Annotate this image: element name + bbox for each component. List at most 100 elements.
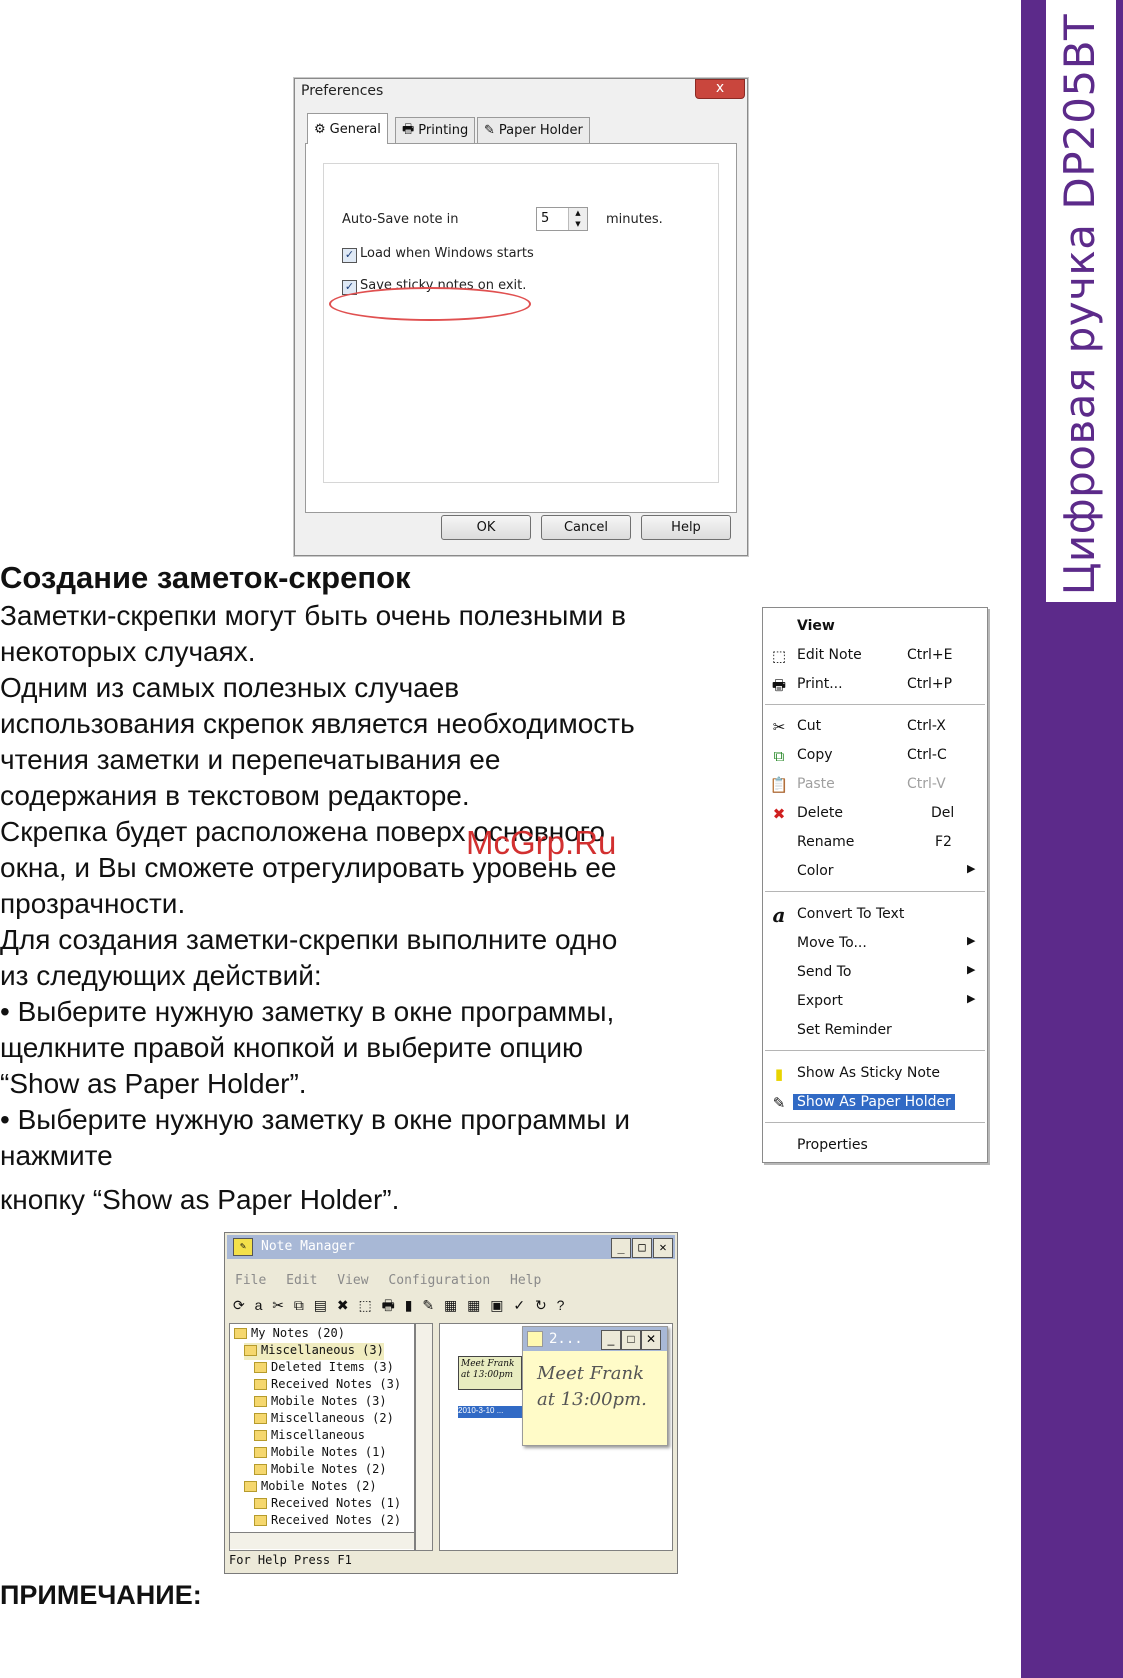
tree-label: Mobile Notes (1) — [271, 1445, 387, 1459]
tree-item[interactable]: Received Notes (1) — [254, 1496, 401, 1513]
tab-paper-holder[interactable]: ✎ Paper Holder — [477, 117, 590, 143]
submenu-arrow-icon: ▶ — [967, 963, 976, 976]
close-button[interactable]: ✕ — [653, 1238, 673, 1258]
autosave-value: 5 — [541, 211, 550, 226]
folder-icon — [254, 1515, 267, 1526]
watermark: McGrp.Ru — [466, 824, 617, 861]
tree-item[interactable]: Deleted Items (3) — [254, 1360, 394, 1377]
tree-item[interactable]: Received Notes (3) — [254, 1377, 401, 1394]
highlight-ellipse — [329, 287, 531, 321]
tree-item[interactable]: Received Notes (2) — [254, 1513, 401, 1530]
tree-item[interactable]: Mobile Notes (3) — [254, 1394, 387, 1411]
sidebar-title-text: Цифровая ручка DP205BT — [1055, 13, 1105, 595]
printer-icon: 🖶 — [402, 121, 415, 137]
tree-item[interactable]: Mobile Notes (2) — [244, 1479, 377, 1496]
menu-item-edit-note[interactable]: ⬚ Edit Note Ctrl+E — [763, 642, 987, 669]
menu-label: Cut — [797, 718, 822, 734]
menu-shortcut: Ctrl-X — [907, 718, 946, 734]
menu-bar: File Edit View Configuration Help — [235, 1273, 553, 1288]
tree-item[interactable]: Miscellaneous (2) — [254, 1411, 394, 1428]
menu-item-move-to[interactable]: Move To... ▶ — [763, 930, 987, 957]
load-checkbox[interactable]: ✓ — [342, 248, 357, 263]
menu-label: Show As Paper Holder — [793, 1094, 955, 1110]
menu-item-cut[interactable]: ✂ Cut Ctrl-X — [763, 713, 987, 740]
menu-edit[interactable]: Edit — [286, 1273, 317, 1288]
tab-label: Paper Holder — [498, 123, 583, 138]
tree-label: Mobile Notes (2) — [261, 1479, 377, 1493]
menu-help[interactable]: Help — [510, 1273, 541, 1288]
paragraph-line: содержания в текстовом редакторе. — [0, 780, 470, 811]
folder-icon — [254, 1498, 267, 1509]
tree-item[interactable]: Miscellaneous (3) — [244, 1343, 384, 1360]
edit-note-icon: ⬚ — [771, 647, 787, 665]
paragraph-line: кнопку “Show as Paper Holder”. — [0, 1184, 400, 1215]
paper-holder-title-bar[interactable]: 2... _ □ ✕ — [523, 1327, 667, 1351]
menu-item-show-sticky-note[interactable]: ▮ Show As Sticky Note — [763, 1060, 987, 1087]
menu-item-copy[interactable]: ⧉ Copy Ctrl-C — [763, 742, 987, 769]
minimize-button[interactable]: _ — [601, 1330, 621, 1350]
note-date: 2010-3-10 ... — [458, 1406, 522, 1418]
note-icon — [527, 1331, 543, 1347]
window-title: Note Manager — [261, 1239, 355, 1254]
tab-printing[interactable]: 🖶 Printing — [395, 117, 476, 143]
paragraph-line: некоторых случаях. — [0, 636, 256, 667]
maximize-button[interactable]: □ — [621, 1330, 641, 1350]
tab-label: Printing — [418, 123, 469, 138]
tree-label: Miscellaneous (2) — [271, 1411, 394, 1425]
menu-view[interactable]: View — [337, 1273, 368, 1288]
folder-icon — [254, 1396, 267, 1407]
menu-item-print[interactable]: 🖶 Print... Ctrl+P — [763, 671, 987, 698]
menu-item-convert-to-text[interactable]: a Convert To Text — [763, 901, 987, 928]
paragraph-line: использования скрепок является необходим… — [0, 708, 635, 739]
tree-label: Mobile Notes (2) — [271, 1462, 387, 1476]
menu-configuration[interactable]: Configuration — [388, 1273, 490, 1288]
tab-general[interactable]: ⚙ General — [307, 113, 388, 144]
toolbar[interactable]: ⟳ a ✂ ⧉ ▤ ✖ ⬚ 🖶 ▮ ✎ ▦ ▦ ▣ ✓ ↻ ? — [233, 1295, 673, 1321]
menu-item-rename[interactable]: Rename F2 — [763, 829, 987, 856]
menu-label: Show As Sticky Note — [797, 1065, 940, 1081]
close-button[interactable]: x — [695, 79, 745, 99]
maximize-button[interactable]: □ — [632, 1238, 652, 1258]
menu-item-set-reminder[interactable]: Set Reminder — [763, 1017, 987, 1044]
menu-item-send-to[interactable]: Send To ▶ — [763, 959, 987, 986]
help-button[interactable]: Help — [641, 515, 731, 540]
scissors-icon: ✂ — [772, 718, 786, 736]
menu-item-show-paper-holder[interactable]: ✎ Show As Paper Holder — [763, 1089, 987, 1116]
paragraph-line: чтения заметки и перепечатывания ее — [0, 744, 501, 775]
note-thumbnail[interactable]: Meet Frank at 13:00pm — [458, 1356, 522, 1390]
ok-button[interactable]: OK — [441, 515, 531, 540]
tree-label: Deleted Items (3) — [271, 1360, 394, 1374]
menu-separator — [765, 1122, 985, 1123]
paragraph-line: Одним из самых полезных случаев — [0, 672, 460, 703]
menu-item-paste[interactable]: 📋 Paste Ctrl-V — [763, 771, 987, 798]
horizontal-scrollbar[interactable] — [230, 1532, 414, 1549]
cancel-button[interactable]: Cancel — [541, 515, 631, 540]
tree-label: Received Notes (2) — [271, 1513, 402, 1527]
folder-icon — [254, 1447, 267, 1458]
menu-item-delete[interactable]: ✖ Delete Del — [763, 800, 987, 827]
tree-item[interactable]: Mobile Notes (2) — [254, 1462, 387, 1479]
general-panel: Auto-Save note in 5 ▲ ▼ minutes. ✓ Load w… — [305, 143, 737, 513]
paste-icon: 📋 — [769, 776, 789, 794]
menu-item-view[interactable]: View — [763, 613, 987, 640]
spin-arrows-icon[interactable]: ▲ ▼ — [568, 208, 587, 230]
group-box — [323, 163, 719, 483]
preferences-dialog: Preferences x ⚙ General 🖶 Printing ✎ Paper … — [294, 78, 748, 556]
menu-item-export[interactable]: Export ▶ — [763, 988, 987, 1015]
close-button[interactable]: ✕ — [641, 1330, 661, 1350]
paragraph-line: прозрачности. — [0, 888, 186, 919]
vertical-scrollbar[interactable] — [415, 1323, 433, 1551]
menu-item-color[interactable]: Color ▶ — [763, 858, 987, 885]
copy-icon: ⧉ — [773, 747, 785, 765]
tree-item[interactable]: Miscellaneous — [254, 1428, 365, 1445]
autosave-stepper[interactable]: 5 ▲ ▼ — [536, 207, 588, 231]
menu-item-properties[interactable]: Properties — [763, 1132, 987, 1159]
notes-tree[interactable]: My Notes (20) Miscellaneous (3) Deleted … — [229, 1323, 415, 1551]
note-heading: ПРИМЕЧАНИЕ: — [0, 1580, 202, 1610]
paper-holder-window[interactable]: 2... _ □ ✕ Meet Frank at 13:00pm. — [522, 1326, 668, 1446]
minimize-button[interactable]: _ — [611, 1238, 631, 1258]
menu-file[interactable]: File — [235, 1273, 266, 1288]
tree-item[interactable]: My Notes (20) — [234, 1326, 345, 1343]
tree-item[interactable]: Mobile Notes (1) — [254, 1445, 387, 1462]
menu-label: Copy — [797, 747, 833, 763]
